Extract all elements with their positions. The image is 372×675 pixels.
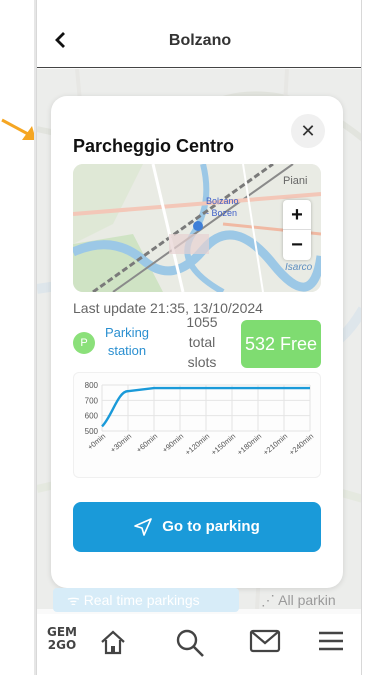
total-slots: 1055 total slots [167, 312, 237, 372]
phone-screen: Bolzano Parcheggio Centro ✕ Bolzano - Bo… [36, 0, 362, 675]
free-slots-badge: 532 Free [241, 320, 321, 368]
close-icon: ✕ [300, 121, 316, 141]
wifi-icon: ᯤ [67, 592, 80, 608]
chart-x-tick-label: +150min [209, 432, 237, 458]
chart-y-tick-label: 800 [85, 381, 99, 390]
chart-x-tick-label: +210min [261, 432, 289, 458]
tab-all-parkings[interactable]: ⋰ All parkin [247, 588, 361, 612]
chart-y-tick-label: 600 [85, 412, 99, 421]
gem2go-logo[interactable]: GEM 2GO [47, 626, 77, 652]
zoom-controls: + − [283, 200, 311, 260]
map-label-piani: Piani [283, 175, 307, 187]
go-to-parking-label: Go to parking [162, 518, 260, 535]
menu-icon[interactable] [317, 628, 345, 654]
tab-realtime-label: Real time parkings [83, 592, 200, 608]
mail-icon[interactable] [249, 628, 281, 654]
popup-map[interactable]: Bolzano - Bozen Piani Isarco + − [73, 164, 321, 292]
search-icon[interactable] [175, 628, 205, 658]
app-header: Bolzano [37, 0, 361, 68]
bottom-navigation: GEM 2GO [37, 614, 361, 675]
tab-all-label: All parkin [278, 592, 336, 608]
parking-name: Parcheggio Centro [73, 136, 235, 156]
logo-line2: 2GO [47, 638, 77, 652]
no-signal-icon: ⋰ [261, 592, 275, 608]
go-to-parking-button[interactable]: Go to parking [73, 502, 321, 552]
map-label-bolzano: Bolzano [206, 196, 239, 206]
station-label-line2: station [107, 343, 147, 358]
slots-total-label: total [188, 334, 216, 350]
chart-x-tick-label: +60min [134, 432, 159, 455]
parking-station-label[interactable]: Parking station [97, 324, 157, 360]
tab-real-time-parkings[interactable]: ᯤ Real time parkings [53, 588, 239, 612]
zoom-in-button[interactable]: + [283, 200, 311, 230]
slots-label: slots [187, 354, 217, 370]
occupancy-chart: 800 700 600 500 +0min +30min +60min +90min +120m… [73, 372, 321, 478]
chart-svg: 800700600500+0min +30min +60min +90min+120m… [85, 381, 316, 458]
zoom-out-button[interactable]: − [283, 230, 311, 260]
tabs-row: ᯤ Real time parkings ⋰ All parkin [37, 588, 361, 614]
chart-x-tick-label: +180min [235, 432, 263, 458]
close-button[interactable]: ✕ [291, 114, 325, 148]
map-label-bozen: - Bozen [206, 208, 237, 218]
chart-x-tick-label: +30min [108, 432, 133, 455]
home-icon[interactable] [99, 628, 127, 656]
station-label-line1: Parking [104, 325, 150, 340]
parking-popup: Parcheggio Centro ✕ Bolzano - Bozen Pian… [51, 96, 343, 588]
send-arrow-icon [134, 518, 153, 536]
chart-x-tick-label: +90min [160, 432, 185, 455]
slots-count: 1055 [186, 314, 218, 330]
parking-station-marker: P [73, 332, 95, 354]
chart-x-tick-label: +240min [287, 432, 315, 458]
map-label-isarco: Isarco [285, 262, 313, 273]
page-title: Bolzano [168, 32, 232, 49]
chart-y-tick-label: 700 [85, 396, 99, 405]
chart-x-tick-label: +120min [183, 432, 211, 458]
